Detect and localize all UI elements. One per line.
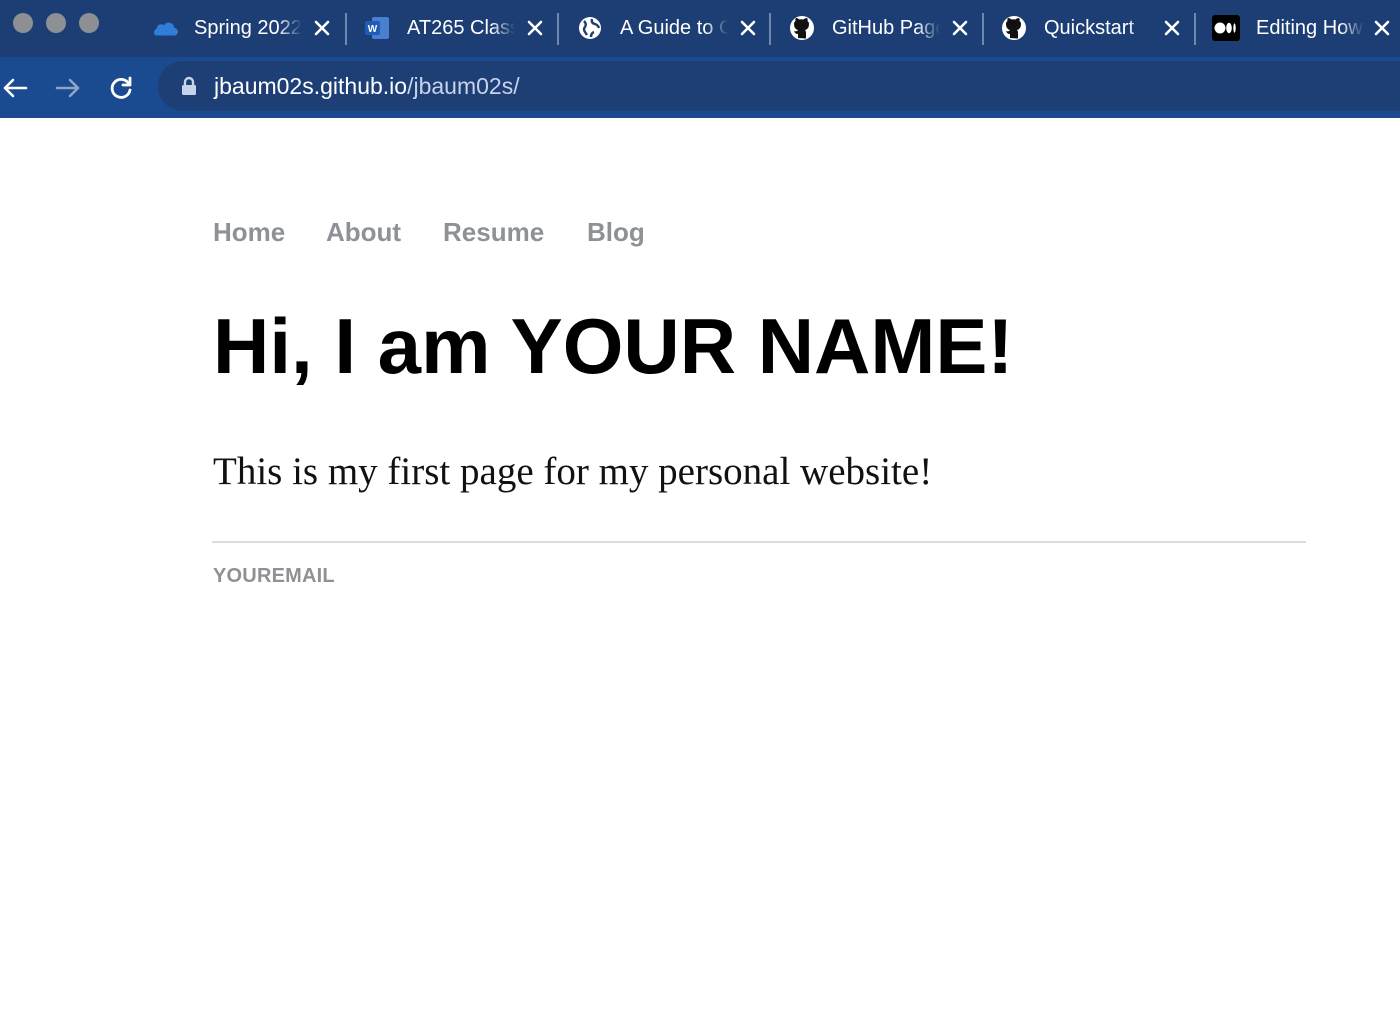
close-tab-icon[interactable] bbox=[1370, 16, 1394, 40]
tab-title: GitHub Pages bbox=[832, 17, 940, 39]
window-close-control[interactable] bbox=[13, 13, 33, 33]
nav-link-about[interactable]: About bbox=[326, 214, 401, 250]
globe-icon bbox=[576, 16, 604, 40]
browser-tab[interactable]: Editing How bbox=[1212, 8, 1400, 48]
browser-tab[interactable]: Spring 2022 bbox=[150, 8, 362, 48]
browser-tab[interactable]: A Guide to Github bbox=[576, 8, 788, 48]
page-headline: Hi, I am YOUR NAME! bbox=[213, 302, 1014, 390]
tab-title: A Guide to Github bbox=[620, 17, 728, 39]
github-icon bbox=[1000, 16, 1028, 40]
url-text: jbaum02s.github.io/jbaum02s/ bbox=[214, 73, 520, 99]
tab-title: Spring 2022 bbox=[194, 17, 302, 39]
nav-link-blog[interactable]: Blog bbox=[587, 214, 645, 250]
tab-separator bbox=[1194, 13, 1196, 45]
back-arrow-icon[interactable] bbox=[0, 73, 30, 103]
intro-paragraph: This is my first page for my personal we… bbox=[213, 450, 933, 493]
close-tab-icon[interactable] bbox=[1160, 16, 1184, 40]
tab-separator bbox=[345, 13, 347, 45]
tab-separator bbox=[769, 13, 771, 45]
url-host: jbaum02s.github.io bbox=[214, 73, 408, 99]
close-tab-icon[interactable] bbox=[736, 16, 760, 40]
tab-title: Quickstart bbox=[1044, 17, 1135, 39]
lock-icon[interactable] bbox=[180, 76, 198, 96]
browser-tab-bar: Spring 2022 W AT265 Class A Guide to Git… bbox=[0, 0, 1400, 57]
onedrive-cloud-icon bbox=[150, 16, 178, 40]
browser-toolbar: jbaum02s.github.io/jbaum02s/ bbox=[0, 57, 1400, 118]
tab-separator bbox=[557, 13, 559, 45]
close-tab-icon[interactable] bbox=[310, 16, 334, 40]
address-bar[interactable]: jbaum02s.github.io/jbaum02s/ bbox=[158, 61, 1400, 111]
tab-separator bbox=[982, 13, 984, 45]
word-doc-icon: W bbox=[363, 16, 391, 40]
footer-email: YOUREMAIL bbox=[213, 565, 335, 587]
forward-arrow-icon[interactable] bbox=[53, 73, 83, 103]
tab-title: AT265 Class bbox=[407, 17, 515, 39]
medium-icon bbox=[1212, 15, 1240, 41]
tab-title: Editing How bbox=[1256, 17, 1363, 39]
nav-link-home[interactable]: Home bbox=[213, 214, 285, 250]
close-tab-icon[interactable] bbox=[948, 16, 972, 40]
window-minimize-control[interactable] bbox=[46, 13, 66, 33]
url-path: /jbaum02s/ bbox=[407, 73, 520, 99]
close-tab-icon[interactable] bbox=[523, 16, 547, 40]
github-icon bbox=[788, 16, 816, 40]
browser-tab[interactable]: GitHub Pages bbox=[788, 8, 1000, 48]
svg-text:W: W bbox=[368, 24, 378, 35]
footer-divider bbox=[212, 541, 1306, 543]
reload-icon[interactable] bbox=[106, 73, 136, 103]
browser-tab[interactable]: Quickstart bbox=[1000, 8, 1212, 48]
browser-tab[interactable]: W AT265 Class bbox=[363, 8, 575, 48]
nav-link-resume[interactable]: Resume bbox=[443, 214, 544, 250]
window-maximize-control[interactable] bbox=[79, 13, 99, 33]
